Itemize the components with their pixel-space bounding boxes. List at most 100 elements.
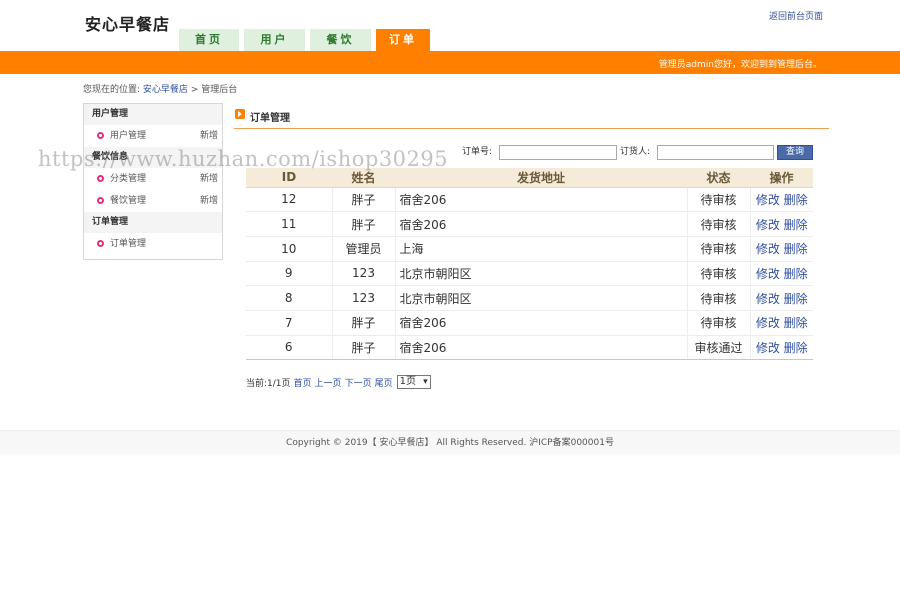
header-bar: 管理员admin您好，欢迎到到管理后台。 [0, 51, 900, 74]
cell-name: 123 [332, 261, 396, 287]
cell-address: 宿舍206 [395, 211, 688, 237]
cell-id: 10 [246, 236, 333, 262]
table-row: 6 胖子 宿舍206 审核通过 修改 删除 [246, 335, 813, 361]
breadcrumb-home-link[interactable]: 安心早餐店 [143, 85, 188, 95]
pager-next-link[interactable]: 下一页 [345, 376, 372, 389]
sidebar-item-meal-management[interactable]: 餐饮管理 新增 [84, 190, 222, 212]
header-actions: 操作 [750, 168, 813, 188]
delete-link[interactable]: 删除 [784, 242, 808, 256]
order-no-input[interactable] [499, 145, 617, 160]
page-select[interactable]: 1页 [396, 375, 431, 389]
order-no-label: 订单号: [462, 147, 493, 157]
bullet-icon [97, 132, 104, 139]
pager-first-link[interactable]: 首页 [294, 376, 312, 389]
breadcrumb-current: 管理后台 [201, 85, 238, 95]
sidebar-item-label[interactable]: 订单管理 [110, 239, 146, 249]
cell-status: 待审核 [687, 285, 751, 311]
cell-id: 8 [246, 285, 333, 311]
sidebar: 用户管理 用户管理 新增 餐饮信息 分类管理 新增 餐饮管理 新增 订单管理 订… [83, 103, 223, 260]
cell-name: 胖子 [332, 335, 396, 361]
header-status: 状态 [687, 168, 750, 188]
cell-status: 审核通过 [687, 335, 751, 361]
table-row: 9 123 北京市朝阳区 待审核 修改 删除 [246, 261, 813, 287]
cell-name: 胖子 [332, 310, 396, 336]
arrow-right-icon [235, 109, 245, 119]
tab-home[interactable]: 首页 [179, 29, 239, 51]
edit-link[interactable]: 修改 [756, 316, 780, 330]
cell-actions: 修改 删除 [750, 187, 813, 213]
sidebar-item-label[interactable]: 用户管理 [110, 131, 146, 141]
tab-orders[interactable]: 订单 [376, 29, 430, 51]
sidebar-item-user-management[interactable]: 用户管理 新增 [84, 125, 222, 147]
copyright-text: Copyright © 2019【 安心早餐店】 All Rights Rese… [286, 438, 614, 448]
footer: Copyright © 2019【 安心早餐店】 All Rights Rese… [0, 430, 900, 454]
pagination: 当前:1/1页 首页 上一页 下一页 尾页 1页 [246, 375, 431, 389]
table-row: 12 胖子 宿舍206 待审核 修改 删除 [246, 187, 813, 213]
sidebar-add-meal-link[interactable]: 新增 [200, 190, 218, 212]
sidebar-item-label[interactable]: 分类管理 [110, 174, 146, 184]
delete-link[interactable]: 删除 [784, 292, 808, 306]
back-to-frontend-link[interactable]: 返回前台页面 [769, 9, 823, 22]
cell-name: 123 [332, 285, 396, 311]
bullet-icon [97, 240, 104, 247]
cell-address: 北京市朝阳区 [395, 261, 688, 287]
cell-id: 7 [246, 310, 333, 336]
cell-status: 待审核 [687, 261, 751, 287]
cell-id: 9 [246, 261, 333, 287]
site-title: 安心早餐店 [85, 15, 171, 34]
orderer-input[interactable] [657, 145, 774, 160]
table-row: 10 管理员 上海 待审核 修改 删除 [246, 236, 813, 262]
cell-status: 待审核 [687, 236, 751, 262]
cell-address: 上海 [395, 236, 688, 262]
tab-users[interactable]: 用户 [244, 29, 305, 51]
sidebar-add-user-link[interactable]: 新增 [200, 125, 218, 147]
table-row: 11 胖子 宿舍206 待审核 修改 删除 [246, 211, 813, 237]
pager-current: 当前:1/1页 [246, 378, 291, 389]
cell-address: 宿舍206 [395, 310, 688, 336]
tab-meals[interactable]: 餐饮 [310, 29, 371, 51]
welcome-text: 管理员admin您好，欢迎到到管理后台。 [658, 60, 822, 70]
edit-link[interactable]: 修改 [756, 242, 780, 256]
cell-status: 待审核 [687, 187, 751, 213]
cell-status: 待审核 [687, 211, 751, 237]
breadcrumb-prefix: 您现在的位置: [83, 85, 141, 95]
edit-link[interactable]: 修改 [756, 292, 780, 306]
edit-link[interactable]: 修改 [756, 341, 780, 355]
cell-id: 12 [246, 187, 333, 213]
cell-name: 胖子 [332, 187, 396, 213]
sidebar-item-category-management[interactable]: 分类管理 新增 [84, 168, 222, 190]
edit-link[interactable]: 修改 [756, 193, 780, 207]
section-title: 订单管理 [250, 113, 290, 124]
cell-status: 待审核 [687, 310, 751, 336]
delete-link[interactable]: 删除 [784, 341, 808, 355]
sidebar-item-order-management[interactable]: 订单管理 [84, 233, 222, 255]
cell-actions: 修改 删除 [750, 211, 813, 237]
watermark-text: https://www.huzhan.com/ishop30295 [38, 147, 449, 171]
delete-link[interactable]: 删除 [784, 267, 808, 281]
delete-link[interactable]: 删除 [784, 193, 808, 207]
edit-link[interactable]: 修改 [756, 267, 780, 281]
delete-link[interactable]: 删除 [784, 218, 808, 232]
bullet-icon [97, 197, 104, 204]
cell-address: 宿舍206 [395, 335, 688, 361]
section-header: 订单管理 [234, 108, 829, 129]
cell-actions: 修改 删除 [750, 236, 813, 262]
cell-id: 11 [246, 211, 333, 237]
orders-table: ID 姓名 发货地址 状态 操作 12 胖子 宿舍206 待审核 修改 删除 1… [246, 168, 813, 361]
cell-actions: 修改 删除 [750, 310, 813, 336]
breadcrumb-separator: > [190, 85, 199, 95]
pager-prev-link[interactable]: 上一页 [315, 376, 342, 389]
bullet-icon [97, 175, 104, 182]
main-nav: 首页 用户 餐饮 订单 [179, 29, 435, 51]
orderer-label: 订货人: [620, 147, 651, 157]
edit-link[interactable]: 修改 [756, 218, 780, 232]
sidebar-add-category-link[interactable]: 新增 [200, 168, 218, 190]
breadcrumb: 您现在的位置: 安心早餐店 > 管理后台 [83, 82, 237, 95]
cell-id: 6 [246, 335, 333, 361]
search-button[interactable]: 查询 [777, 145, 813, 160]
delete-link[interactable]: 删除 [784, 316, 808, 330]
pager-last-link[interactable]: 尾页 [375, 376, 393, 389]
sidebar-item-label[interactable]: 餐饮管理 [110, 196, 146, 206]
cell-address: 宿舍206 [395, 187, 688, 213]
cell-actions: 修改 删除 [750, 285, 813, 311]
